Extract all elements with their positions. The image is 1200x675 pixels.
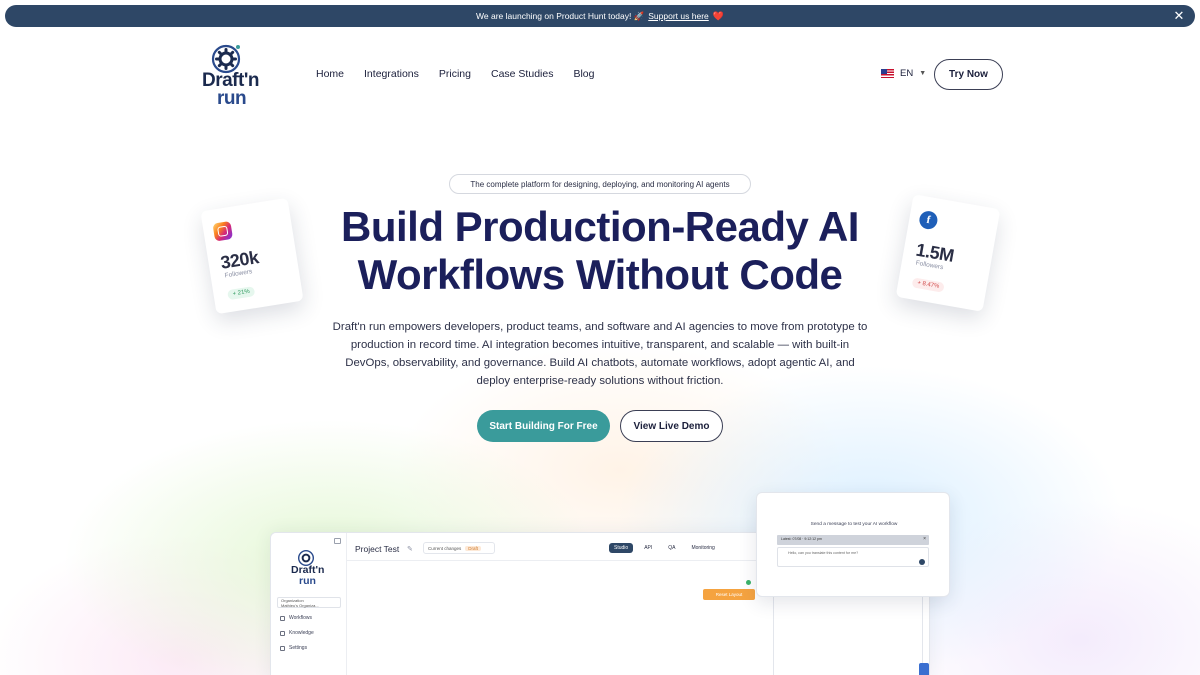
announcement-banner: We are launching on Product Hunt today! … bbox=[5, 5, 1195, 27]
chat-session-bar: Latest: 07/08 · 9:12:12 pm × bbox=[777, 535, 929, 545]
nav-integrations[interactable]: Integrations bbox=[364, 68, 419, 80]
support-link[interactable]: Support us here bbox=[648, 11, 708, 21]
workflows-icon bbox=[280, 615, 285, 621]
changes-select[interactable]: Current changes Draft bbox=[423, 542, 495, 554]
sidebar-item-label: Knowledge bbox=[289, 630, 314, 636]
chat-title: Send a message to test your AI workflow bbox=[810, 522, 898, 527]
organization-value: Mathieu's Organiza... bbox=[281, 602, 319, 608]
sidebar-item-settings[interactable]: Settings bbox=[280, 645, 307, 651]
sidebar-item-workflows[interactable]: Workflows bbox=[280, 615, 312, 621]
facebook-change-badge: + 8.47% bbox=[911, 277, 945, 293]
tab-api[interactable]: API bbox=[639, 543, 657, 553]
tab-studio[interactable]: Studio bbox=[609, 543, 634, 553]
hero-headline: Build Production-Ready AI Workflows With… bbox=[300, 203, 900, 299]
view-demo-button[interactable]: View Live Demo bbox=[620, 410, 723, 442]
status-dot bbox=[746, 580, 751, 585]
close-icon[interactable]: × bbox=[923, 536, 926, 542]
nav-pricing[interactable]: Pricing bbox=[439, 68, 471, 80]
site-logo[interactable]: Draft'n run bbox=[200, 43, 270, 109]
banner-text: We are launching on Product Hunt today! … bbox=[476, 10, 645, 21]
headline-line-2: Workflows Without Code bbox=[357, 251, 843, 298]
try-now-button[interactable]: Try Now bbox=[934, 59, 1003, 90]
project-title: Project Test bbox=[355, 544, 400, 554]
chat-session-text: Latest: 07/08 · 9:12:12 pm bbox=[781, 537, 822, 541]
language-selector[interactable]: EN ▼ bbox=[881, 68, 926, 79]
scroll-handle[interactable] bbox=[919, 663, 929, 675]
sidebar-item-label: Settings bbox=[289, 645, 308, 651]
knowledge-icon bbox=[280, 630, 285, 636]
tab-qa[interactable]: QA bbox=[663, 543, 680, 553]
facebook-icon: f bbox=[917, 209, 939, 231]
heart-icon: ❤️ bbox=[712, 10, 724, 21]
app-tabs: Studio API QA Monitoring bbox=[609, 543, 720, 553]
send-icon[interactable] bbox=[919, 559, 925, 565]
headline-line-1: Build Production-Ready AI bbox=[341, 203, 859, 250]
nav-home[interactable]: Home bbox=[316, 68, 344, 80]
instagram-change-badge: + 21% bbox=[227, 286, 256, 301]
organization-select[interactable]: Organization Mathieu's Organiza... bbox=[277, 597, 341, 608]
app-logo-word-2: run bbox=[299, 575, 316, 587]
nav-blog[interactable]: Blog bbox=[573, 68, 594, 80]
main-nav: Home Integrations Pricing Case Studies B… bbox=[316, 68, 594, 80]
close-icon[interactable]: ✕ bbox=[1171, 8, 1187, 24]
tab-monitoring[interactable]: Monitoring bbox=[686, 543, 719, 553]
chevron-down-icon: ▼ bbox=[919, 70, 927, 77]
side-panel bbox=[773, 593, 923, 675]
panel-toggle-icon bbox=[334, 538, 341, 544]
instagram-stat-card: 320k Followers + 21% bbox=[200, 197, 304, 315]
logo-word-2: run bbox=[217, 88, 247, 109]
edit-icon[interactable]: ✎ bbox=[407, 545, 413, 553]
start-building-button[interactable]: Start Building For Free bbox=[477, 410, 610, 442]
instagram-icon bbox=[212, 220, 234, 242]
reset-layout-button[interactable]: Reset Layout bbox=[703, 589, 755, 600]
chat-test-panel: Send a message to test your AI workflow … bbox=[756, 492, 950, 597]
app-sidebar: Draft'n run Organization Mathieu's Organ… bbox=[271, 533, 347, 675]
tagline-pill: The complete platform for designing, dep… bbox=[449, 174, 751, 194]
hero-description: Draft'n run empowers developers, product… bbox=[332, 321, 868, 387]
nav-case-studies[interactable]: Case Studies bbox=[491, 68, 553, 80]
language-label: EN bbox=[900, 68, 914, 79]
facebook-stat-card: f 1.5M Followers + 8.47% bbox=[895, 194, 1001, 312]
sidebar-item-label: Workflows bbox=[289, 615, 312, 621]
chat-input[interactable]: Hello, can you translate this content fo… bbox=[777, 547, 929, 567]
sidebar-item-knowledge[interactable]: Knowledge bbox=[280, 630, 314, 636]
settings-icon bbox=[280, 645, 285, 651]
changes-label: Current changes bbox=[428, 545, 462, 551]
draft-badge: Draft bbox=[465, 545, 482, 551]
us-flag-icon bbox=[881, 69, 894, 78]
